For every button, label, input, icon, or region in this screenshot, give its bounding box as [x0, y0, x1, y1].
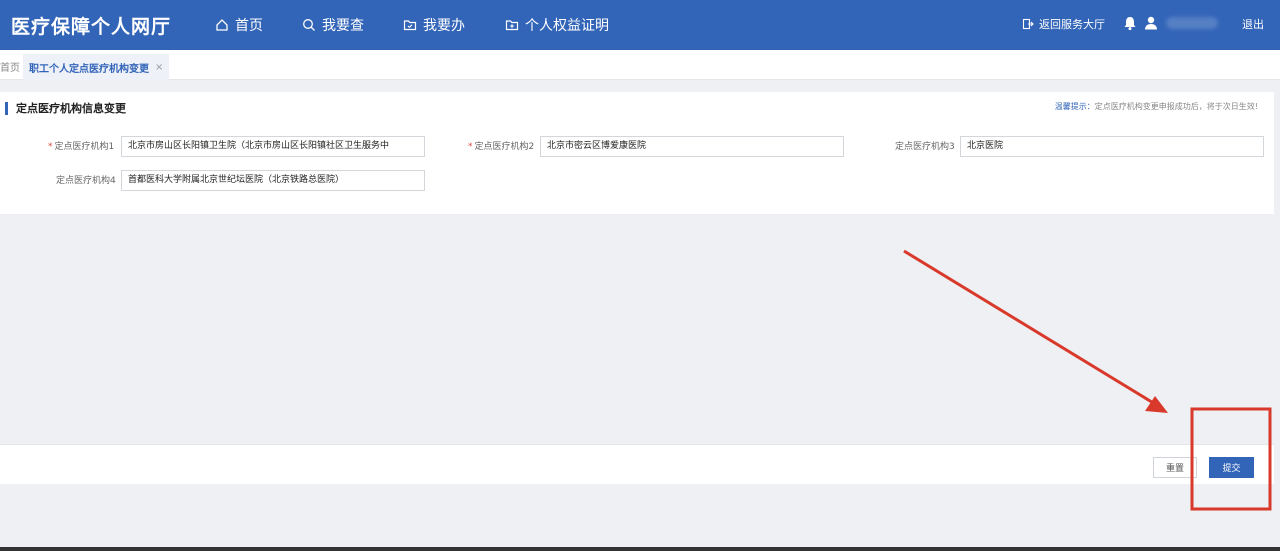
- clinic-2-input[interactable]: 北京市密云区博爱康医院: [540, 136, 844, 157]
- annotation-arrowhead: [1145, 396, 1168, 413]
- logout-label: 退出: [1242, 18, 1264, 31]
- required-mark: *: [468, 142, 473, 152]
- clinic-4-input[interactable]: 首都医科大学附属北京世纪坛医院（北京铁路总医院）: [121, 170, 425, 191]
- notice-tip-text: 定点医疗机构变更申报成功后，将于次日生效!: [1094, 102, 1258, 111]
- field-label-3: 定点医疗机构3: [895, 141, 955, 153]
- nav-home-label: 首页: [235, 18, 263, 34]
- tab-home[interactable]: 首页: [0, 59, 20, 74]
- nav-query[interactable]: 我要查: [302, 15, 364, 35]
- search-icon: [303, 19, 315, 31]
- logout-link[interactable]: 退出: [1242, 16, 1264, 32]
- field-label-4: 定点医疗机构4: [56, 175, 116, 187]
- tab-clinic-change-label: 职工个人定点医疗机构变更: [29, 63, 149, 75]
- section-title: 定点医疗机构信息变更: [5, 102, 126, 115]
- field-label-4-text: 定点医疗机构4: [56, 176, 116, 186]
- reset-button[interactable]: 重置: [1153, 457, 1197, 478]
- notice-tip: 温馨提示：定点医疗机构变更申报成功后，将于次日生效!: [1055, 101, 1258, 112]
- required-mark: *: [48, 142, 53, 152]
- folder-plus-icon: [505, 20, 519, 31]
- form-panel: 定点医疗机构信息变更 温馨提示：定点医疗机构变更申报成功后，将于次日生效! * 定…: [0, 92, 1274, 214]
- nav-handle-label: 我要办: [423, 18, 465, 34]
- home-icon: [216, 19, 228, 31]
- close-icon[interactable]: ×: [155, 62, 163, 73]
- clinic-1-input[interactable]: 北京市房山区长阳镇卫生院（北京市房山区长阳镇社区卫生服务中: [121, 136, 425, 157]
- field-label-2: * 定点医疗机构2: [468, 141, 534, 153]
- field-label-2-text: 定点医疗机构2: [474, 142, 535, 152]
- nav-handle[interactable]: 我要办: [403, 15, 465, 35]
- action-bar: 重置 提交: [0, 444, 1274, 484]
- bottom-edge: [0, 547, 1280, 551]
- exit-door-icon: [1022, 18, 1034, 30]
- field-label-3-text: 定点医疗机构3: [895, 142, 955, 152]
- tab-bar: 首页 职工个人定点医疗机构变更 ×: [0, 50, 1280, 80]
- bell-icon[interactable]: [1122, 15, 1138, 31]
- back-to-hall-label: 返回服务大厅: [1039, 18, 1105, 31]
- notice-tip-label: 温馨提示：: [1054, 102, 1095, 111]
- nav-query-label: 我要查: [322, 18, 364, 34]
- site-title: 医疗保障个人网厅: [11, 16, 172, 38]
- field-label-1-text: 定点医疗机构1: [54, 142, 115, 152]
- username-redacted: [1166, 17, 1218, 29]
- annotation-arrow-line: [903, 249, 1156, 406]
- nav-rights-proof[interactable]: 个人权益证明: [505, 15, 609, 35]
- user-icon[interactable]: [1143, 15, 1159, 31]
- top-navbar: 医疗保障个人网厅 首页 我要查 我要办 个人权益证明 返回服务大厅 退出: [0, 0, 1280, 50]
- folder-icon: [403, 20, 417, 31]
- submit-button[interactable]: 提交: [1209, 457, 1254, 478]
- clinic-3-input[interactable]: 北京医院: [960, 136, 1264, 157]
- nav-home[interactable]: 首页: [215, 15, 263, 35]
- field-label-1: * 定点医疗机构1: [48, 141, 114, 153]
- nav-rights-proof-label: 个人权益证明: [525, 18, 609, 34]
- tab-clinic-change[interactable]: 职工个人定点医疗机构变更 ×: [23, 54, 170, 80]
- back-to-hall-link[interactable]: 返回服务大厅: [1022, 16, 1105, 32]
